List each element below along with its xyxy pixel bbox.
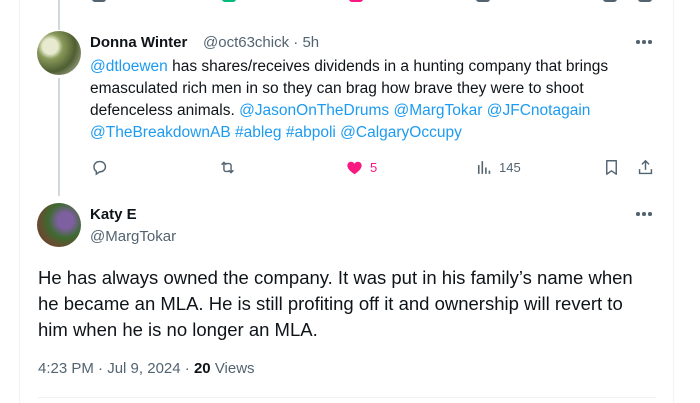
mention-link[interactable]: @JFCnotagain <box>487 102 591 119</box>
mention-link[interactable]: @JasonOnTheDrums <box>239 102 389 119</box>
tweet-date[interactable]: Jul 9, 2024 <box>107 360 180 377</box>
share-button[interactable] <box>636 155 655 179</box>
avatar[interactable] <box>37 31 81 75</box>
heart-filled-icon <box>347 161 362 174</box>
tweet-time[interactable]: 4:23 PM <box>38 360 94 377</box>
hashtag-link[interactable]: #abpoli <box>286 124 336 141</box>
bookmark-icon <box>606 159 617 175</box>
prev-like-icon[interactable] <box>349 0 363 2</box>
tweet-actions: 5 145 <box>0 155 700 179</box>
reply-icon <box>93 160 107 175</box>
share-icon <box>638 159 653 174</box>
like-button[interactable]: 5 <box>345 155 377 179</box>
retweet-icon <box>221 160 234 174</box>
tweet-text: @dtloewen has shares/receives dividends … <box>90 58 609 141</box>
thread-connector <box>58 0 60 30</box>
previous-tweet-actions-cutoff <box>0 0 700 4</box>
views-icon <box>477 160 491 174</box>
avatar[interactable] <box>37 203 81 247</box>
more-options-icon[interactable] <box>634 40 656 46</box>
mention-link[interactable]: @dtloewen <box>90 58 168 75</box>
prev-share-icon[interactable] <box>638 0 652 2</box>
reply-button[interactable] <box>90 155 109 179</box>
more-options-icon[interactable] <box>634 212 656 218</box>
prev-retweet-icon[interactable] <box>222 0 236 2</box>
prev-bookmark-icon[interactable] <box>603 0 617 2</box>
tweet-time: 5h <box>302 34 320 51</box>
views-button[interactable]: 145 <box>474 155 521 179</box>
divider <box>38 397 656 398</box>
author-handle[interactable]: @oct63chick · 5h <box>203 34 319 51</box>
views-label: Views <box>214 360 255 377</box>
bookmark-button[interactable] <box>602 155 621 179</box>
author-name[interactable]: Katy E <box>90 206 137 223</box>
views-count: 20 <box>193 360 211 377</box>
views-count: 145 <box>499 159 521 175</box>
hashtag-link[interactable]: #ableg <box>235 124 282 141</box>
like-count: 5 <box>370 159 378 175</box>
tweet-text: He has always owned the company. It was … <box>38 267 633 340</box>
mention-link[interactable]: @MargTokar <box>394 102 483 119</box>
mention-link[interactable]: @TheBreakdownAB <box>90 124 231 141</box>
tweet-metadata: 4:23 PM · Jul 9, 2024 · 20 Views <box>38 360 255 377</box>
author-name[interactable]: Donna Winter <box>90 34 187 51</box>
retweet-button[interactable] <box>218 155 237 179</box>
mention-link[interactable]: @CalgaryOccupy <box>340 124 462 141</box>
prev-views-icon[interactable] <box>476 0 490 2</box>
author-handle[interactable]: @MargTokar <box>90 228 176 245</box>
prev-reply-icon[interactable] <box>92 0 106 2</box>
